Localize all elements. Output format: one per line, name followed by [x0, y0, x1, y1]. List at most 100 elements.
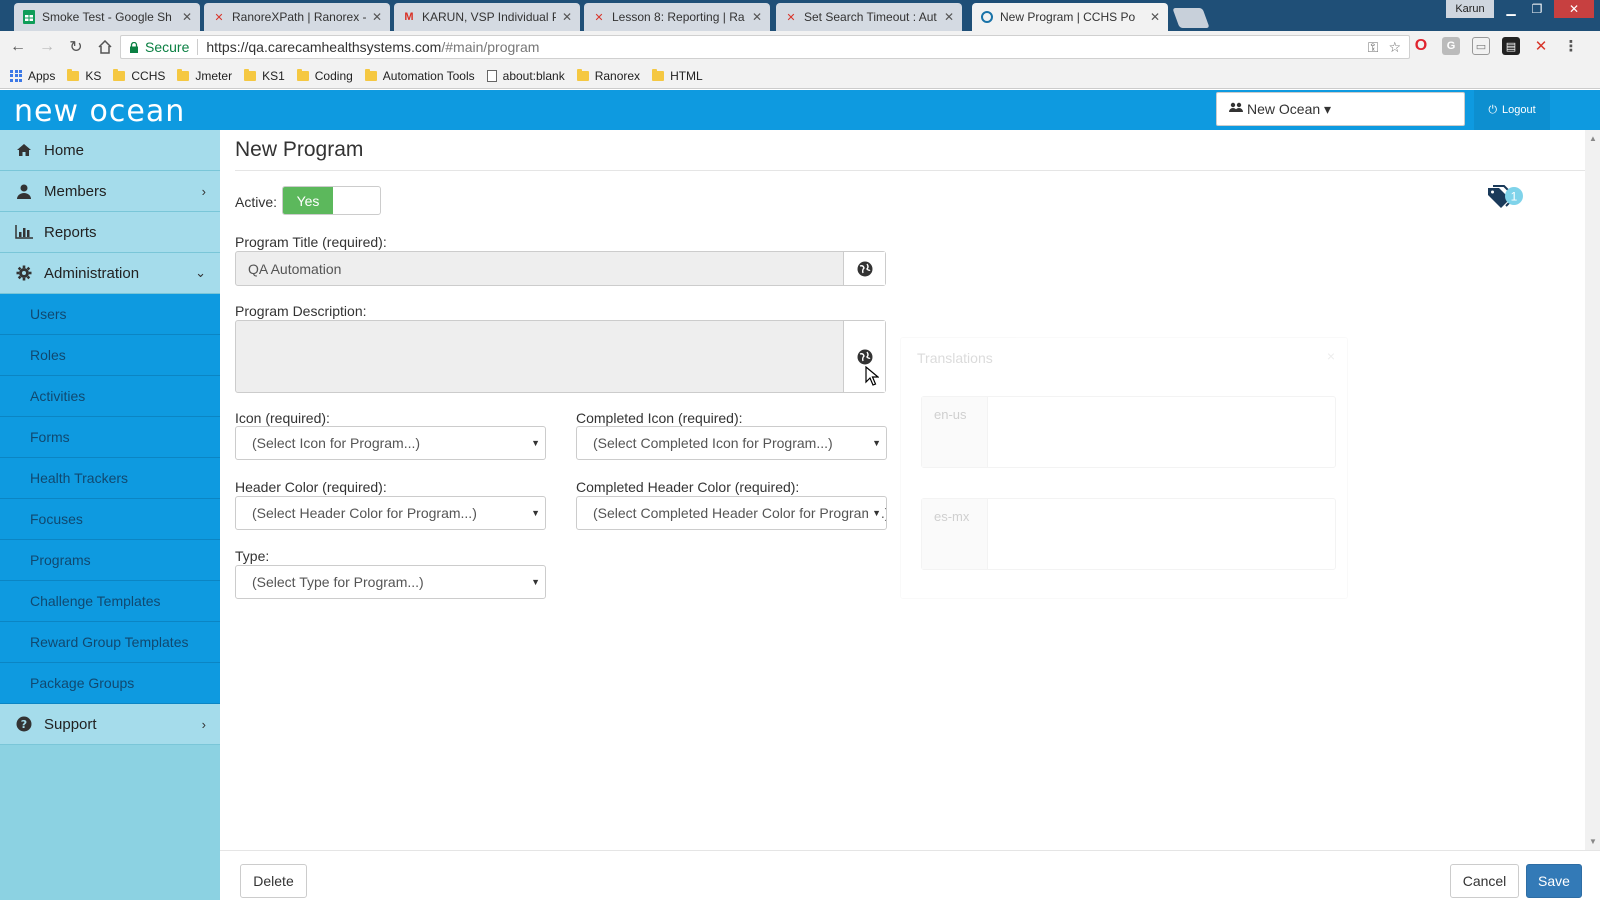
translation-lang: en-us: [922, 397, 988, 467]
sidebar-subitem-health-trackers[interactable]: Health Trackers: [0, 458, 220, 499]
key-icon[interactable]: ⚿: [1368, 39, 1379, 56]
address-bar[interactable]: Secure https://qa.carecamhealthsystems.c…: [120, 35, 1410, 59]
header-color-select[interactable]: (Select Header Color for Program...) ▼: [235, 496, 546, 530]
sidebar-subitem-activities[interactable]: Activities: [0, 376, 220, 417]
program-title-input[interactable]: QA Automation: [236, 252, 843, 285]
close-icon[interactable]: ✕: [372, 10, 382, 24]
translation-input[interactable]: [988, 397, 1335, 467]
user-icon: [14, 184, 34, 199]
program-title-field[interactable]: QA Automation: [235, 251, 886, 286]
ranorex-ext-icon[interactable]: ✕: [1532, 37, 1550, 55]
translation-input[interactable]: [988, 499, 1335, 569]
close-icon[interactable]: ✕: [562, 10, 572, 24]
close-icon[interactable]: ✕: [1150, 10, 1160, 24]
close-icon[interactable]: ✕: [752, 10, 762, 24]
menu-icon[interactable]: ⋮: [1562, 37, 1580, 55]
close-icon[interactable]: ✕: [182, 10, 192, 24]
home-icon[interactable]: [94, 36, 116, 58]
sidebar: Home Members › Reports Administration ⌄ …: [0, 130, 220, 900]
sidebar-item-reports[interactable]: Reports: [0, 212, 220, 253]
browser-tabstrip: Smoke Test - Google Sh ✕ ✕ RanoreXPath |…: [0, 0, 1600, 31]
sidebar-subitem-forms[interactable]: Forms: [0, 417, 220, 458]
bookmark-folder[interactable]: HTML: [652, 68, 703, 83]
browser-tab[interactable]: ✕ Lesson 8: Reporting | Ra ✕: [584, 3, 770, 31]
sidebar-item-support[interactable]: ? Support ›: [0, 704, 220, 745]
tab-title: Set Search Timeout : Aut: [804, 10, 937, 24]
vertical-scrollbar[interactable]: ▲ ▼: [1585, 130, 1600, 850]
browser-tab[interactable]: ✕ RanoreXPath | Ranorex - ✕: [204, 3, 390, 31]
bookmark-folder[interactable]: Automation Tools: [364, 68, 475, 83]
bookmark-folder[interactable]: Coding: [296, 68, 353, 83]
brand-logo[interactable]: new ocean: [14, 94, 185, 129]
scroll-up-icon[interactable]: ▲: [1589, 134, 1597, 143]
forward-icon[interactable]: →: [36, 36, 58, 58]
bookmark-folder[interactable]: KS1: [244, 68, 285, 83]
folder-icon: [67, 68, 80, 81]
browser-tab-active[interactable]: New Program | CCHS Po ✕: [972, 3, 1168, 31]
active-toggle[interactable]: Yes: [282, 186, 381, 215]
sidebar-item-administration[interactable]: Administration ⌄: [0, 253, 220, 294]
reload-icon[interactable]: ↻: [65, 36, 87, 58]
svg-text:?: ?: [21, 718, 27, 731]
browser-tab[interactable]: ✕ Set Search Timeout : Aut ✕: [776, 3, 962, 31]
sidebar-subitem-users[interactable]: Users: [0, 294, 220, 335]
window-close-icon[interactable]: ✕: [1554, 0, 1594, 18]
sidebar-subitem-challenge-templates[interactable]: Challenge Templates: [0, 581, 220, 622]
icon-select[interactable]: (Select Icon for Program...) ▼: [235, 426, 546, 460]
back-icon[interactable]: ←: [7, 36, 29, 58]
restore-icon[interactable]: ❐: [1524, 0, 1550, 18]
close-icon[interactable]: ✕: [944, 10, 954, 24]
completed-icon-select[interactable]: (Select Completed Icon for Program...) ▼: [576, 426, 887, 460]
browser-tab[interactable]: M KARUN, VSP Individual P ✕: [394, 3, 580, 31]
globe-icon[interactable]: [843, 252, 885, 285]
grammarly-icon[interactable]: G: [1442, 37, 1460, 55]
tab-title: New Program | CCHS Po: [1000, 10, 1136, 24]
bookmark-folder[interactable]: CCHS: [113, 68, 165, 83]
select-value: (Select Completed Icon for Program...): [593, 435, 833, 451]
tags-icon[interactable]: 1: [1485, 182, 1530, 218]
scroll-down-icon[interactable]: ▼: [1589, 837, 1597, 846]
sidebar-subitem-focuses[interactable]: Focuses: [0, 499, 220, 540]
completed-icon-label: Completed Icon (required):: [576, 410, 743, 426]
type-select[interactable]: (Select Type for Program...) ▼: [235, 565, 546, 599]
logout-button[interactable]: ⏻ Logout: [1474, 90, 1550, 130]
program-description-field[interactable]: [235, 320, 886, 393]
program-title-label: Program Title (required):: [235, 234, 387, 250]
folder-icon: [652, 68, 665, 81]
opera-icon[interactable]: O: [1412, 37, 1430, 55]
sidebar-item-members[interactable]: Members ›: [0, 171, 220, 212]
star-icon[interactable]: ☆: [1388, 39, 1401, 56]
lock-icon: [130, 41, 138, 53]
close-icon[interactable]: ×: [1327, 348, 1335, 364]
profile-badge[interactable]: Karun: [1446, 0, 1494, 18]
completed-header-color-select[interactable]: (Select Completed Header Color for Progr…: [576, 496, 887, 530]
sidebar-subitem-programs[interactable]: Programs: [0, 540, 220, 581]
question-icon: ?: [14, 716, 34, 732]
active-label: Active:: [235, 194, 278, 210]
bookmark-folder[interactable]: Ranorex: [576, 68, 640, 83]
organization-select[interactable]: New Ocean ▾: [1216, 92, 1465, 126]
save-button[interactable]: Save: [1526, 864, 1582, 898]
bookmark-folder[interactable]: Jmeter: [177, 68, 232, 83]
bookmark-folder[interactable]: KS: [67, 68, 101, 83]
page-icon: [486, 69, 497, 82]
sidebar-subitem-reward-group-templates[interactable]: Reward Group Templates: [0, 622, 220, 663]
bookmark-page[interactable]: about:blank: [486, 69, 565, 83]
translations-title: Translations: [917, 350, 993, 366]
cancel-button[interactable]: Cancel: [1450, 864, 1519, 898]
minimize-icon[interactable]: ▁: [1498, 0, 1524, 18]
mouse-cursor-icon: [865, 366, 879, 386]
program-description-input[interactable]: [236, 321, 843, 392]
new-tab-button[interactable]: [1172, 8, 1210, 28]
reader-icon[interactable]: ▤: [1502, 37, 1520, 55]
delete-button[interactable]: Delete: [240, 864, 307, 898]
sidebar-item-home[interactable]: Home: [0, 130, 220, 171]
bar-chart-icon: [14, 225, 34, 239]
bookmark-apps[interactable]: Apps: [10, 69, 55, 83]
sidebar-subitem-roles[interactable]: Roles: [0, 335, 220, 376]
browser-tab[interactable]: Smoke Test - Google Sh ✕: [14, 3, 200, 31]
folder-icon: [296, 68, 309, 81]
screen-icon[interactable]: ▭: [1472, 37, 1490, 55]
translation-row: es-mx: [921, 498, 1336, 570]
sidebar-subitem-package-groups[interactable]: Package Groups: [0, 663, 220, 704]
